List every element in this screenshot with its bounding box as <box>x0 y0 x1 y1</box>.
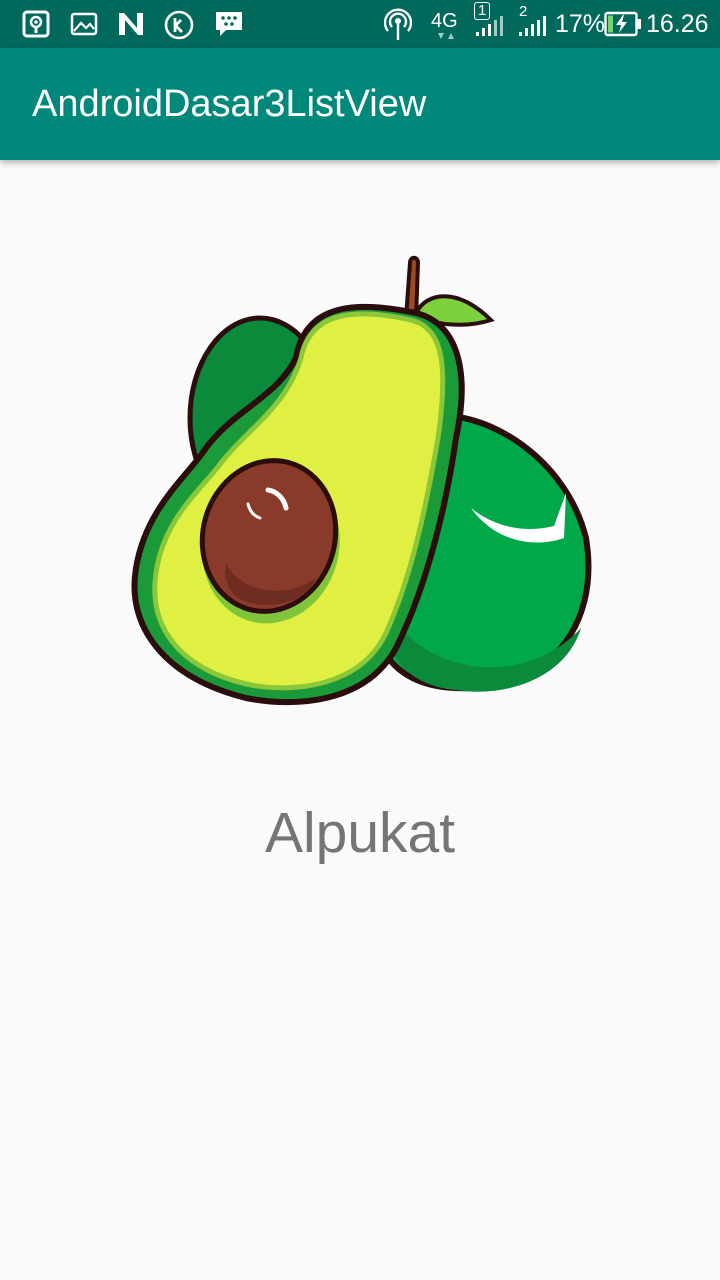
clock: 16.26 <box>646 10 709 38</box>
kik-icon <box>164 10 194 40</box>
signal-sim1-icon <box>476 16 503 36</box>
battery-percent: 17% <box>555 10 606 38</box>
signal-sim2-icon <box>519 16 546 36</box>
fruit-name: Alpukat <box>264 801 456 865</box>
network-type: 4G <box>431 10 458 32</box>
battery-charging-icon <box>604 11 641 37</box>
app-bar: AndroidDasar3ListView <box>0 48 720 160</box>
avocado-image <box>131 255 592 706</box>
data-arrows-icon <box>438 33 454 39</box>
bbm-icon <box>216 12 242 36</box>
app-title: AndroidDasar3ListView <box>32 83 427 125</box>
status-bar: 4G 1 2 17% 16.26 <box>0 0 720 48</box>
image-icon <box>70 12 98 36</box>
n-notification-icon <box>119 13 143 35</box>
podcast-icon <box>22 10 50 38</box>
detail-content: Alpukat <box>0 160 720 1280</box>
hotspot-icon <box>384 8 412 40</box>
